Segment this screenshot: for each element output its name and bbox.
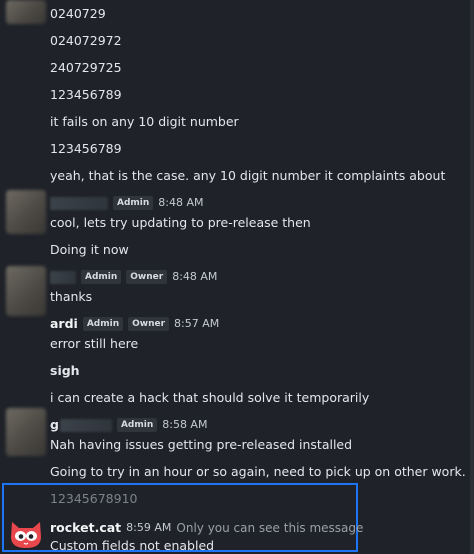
admin-badge: Admin <box>82 317 124 331</box>
message-header: g Admin 8:58 AM <box>50 417 207 433</box>
username-blurred[interactable] <box>59 418 112 432</box>
message-timestamp[interactable]: 8:57 AM <box>174 316 219 332</box>
rocket-cat-icon[interactable] <box>9 519 43 549</box>
username-blurred[interactable] <box>50 270 76 284</box>
message-list: 0240729 024072972 240729725 123456789 it… <box>0 0 474 554</box>
scrollbar-track[interactable] <box>470 0 474 554</box>
username-blurred[interactable] <box>50 196 108 210</box>
message-text: 240729725 <box>50 60 122 75</box>
message-text: cool, lets try updating to pre-release t… <box>50 215 311 230</box>
message-text: Doing it now <box>50 242 129 257</box>
message-text: it fails on any 10 digit number <box>50 114 239 129</box>
admin-badge: Admin <box>81 270 122 284</box>
message-text: thanks <box>50 289 93 304</box>
message-text: 0240729 <box>50 6 106 21</box>
message-timestamp[interactable]: 8:48 AM <box>172 269 217 285</box>
message-timestamp[interactable]: 8:48 AM <box>158 195 203 211</box>
message-text: Going to try in an hour or so again, nee… <box>50 464 466 479</box>
message-text: yeah, that is the case. any 10 digit num… <box>50 168 446 183</box>
user-avatar-blurred[interactable] <box>6 190 46 234</box>
user-avatar-blurred[interactable] <box>6 266 46 316</box>
message-text: 123456789 <box>50 87 122 102</box>
admin-badge: Admin <box>113 196 154 210</box>
message-header: Admin Owner 8:48 AM <box>50 269 217 285</box>
message-timestamp[interactable]: 8:59 AM <box>126 520 171 536</box>
message-text: i can create a hack that should solve it… <box>50 390 370 405</box>
visibility-note: Only you can see this message <box>176 521 364 535</box>
message-text: Nah having issues getting pre-released i… <box>50 437 353 452</box>
user-avatar-blurred[interactable] <box>6 0 46 24</box>
bot-username[interactable]: rocket.cat <box>50 520 121 536</box>
username-initial: g <box>50 417 59 432</box>
message-text: error still here <box>50 336 139 351</box>
message-header: ardi Admin Owner 8:57 AM <box>50 316 219 332</box>
message-header: rocket.cat 8:59 AM Only you can see this… <box>50 520 363 536</box>
message-text: 024072972 <box>50 33 122 48</box>
message-text: 123456789 <box>50 141 122 156</box>
admin-badge: Admin <box>116 418 158 432</box>
message-timestamp[interactable]: 8:58 AM <box>162 417 207 433</box>
user-avatar-blurred[interactable] <box>6 408 46 456</box>
message-text: Custom fields not enabled <box>50 538 215 553</box>
message-text: sigh <box>50 363 80 378</box>
owner-badge: Owner <box>128 317 170 331</box>
ephemeral-message-text: 12345678910 <box>50 491 138 506</box>
owner-badge: Owner <box>126 270 168 284</box>
username[interactable]: ardi <box>50 316 78 332</box>
message-header: Admin 8:48 AM <box>50 195 204 211</box>
